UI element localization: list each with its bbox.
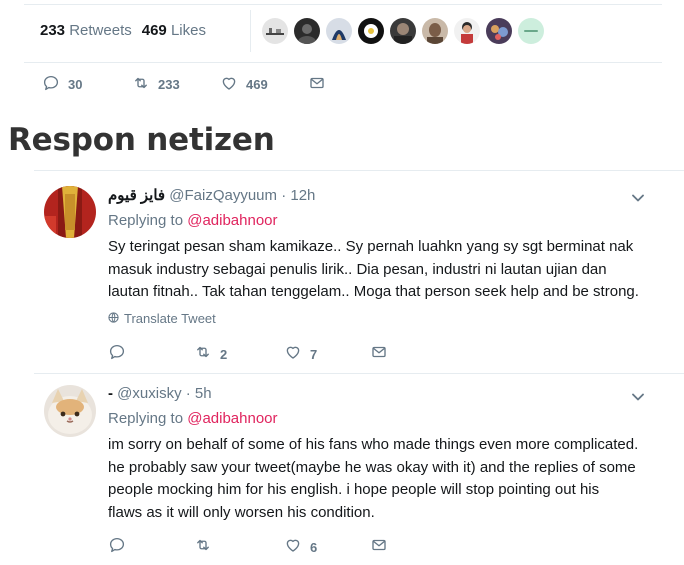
tweet-text-line: Sy teringat pesan sham kamikaze.. Sy per… (108, 238, 634, 255)
heart-icon (220, 74, 238, 95)
timestamp[interactable]: · 12h (281, 187, 315, 204)
reply-icon (108, 536, 126, 559)
liker-avatar-3[interactable] (326, 18, 352, 44)
tweet-text-line: people mocking him for his english. i ho… (108, 481, 600, 498)
tweet-text-line: masuk industry sebagai penulis lirik.. D… (108, 260, 607, 278)
mention-link[interactable]: @adibahnoor (187, 410, 277, 427)
retweet-count: 2 (220, 347, 228, 362)
like-count: 6 (310, 540, 318, 555)
avatar[interactable] (44, 186, 96, 238)
mail-icon (308, 74, 326, 97)
mail-icon (370, 536, 388, 559)
likes-stat[interactable]: 469 Likes (142, 22, 206, 39)
retweet-icon (132, 74, 150, 95)
retweet-action[interactable] (194, 536, 220, 559)
tweet-header: - @xuxisky · 5h (108, 385, 212, 402)
heart-icon (284, 343, 302, 366)
liker-avatar-9[interactable] (518, 18, 544, 44)
tweet-stats: 233 Retweets 469 Likes (40, 22, 206, 39)
globe-icon (108, 311, 119, 326)
tweet-text-line: he probably saw your tweet(maybe he was … (108, 458, 636, 476)
liker-avatar-5[interactable] (390, 18, 416, 44)
like-count: 7 (310, 347, 318, 362)
chevron-down-icon[interactable] (630, 190, 646, 206)
tweet-header: فايز قيوم @FaizQayyuum · 12h (108, 186, 315, 204)
replying-to: Replying to @adibahnoor (108, 410, 278, 427)
tweet-text: im sorry on behalf of some of his fans w… (108, 434, 668, 524)
display-name[interactable]: - (108, 385, 113, 402)
liker-avatar-4[interactable] (358, 18, 384, 44)
top-divider (24, 4, 662, 5)
liker-avatars (262, 18, 544, 44)
tweet-text-line: flaws as it will only worsen his conditi… (108, 503, 375, 521)
retweets-stat[interactable]: 233 Retweets (40, 22, 132, 39)
message-action[interactable] (370, 536, 388, 559)
message-action[interactable] (370, 343, 388, 366)
heart-icon (284, 536, 302, 559)
chevron-down-icon[interactable] (630, 389, 646, 405)
like-action[interactable]: 7 (284, 343, 317, 366)
retweet-count: 233 (158, 77, 180, 92)
replying-to: Replying to @adibahnoor (108, 212, 278, 229)
reply-tweet-2[interactable]: - @xuxisky · 5h Replying to @adibahnoor … (34, 373, 684, 565)
avatar[interactable] (44, 385, 96, 437)
translate-tweet-link[interactable]: Translate Tweet (108, 311, 216, 326)
reply-icon (108, 343, 126, 366)
liker-avatar-6[interactable] (422, 18, 448, 44)
reply-icon (42, 74, 60, 95)
stats-separator (250, 10, 251, 52)
like-action[interactable]: 6 (284, 536, 317, 559)
top-tweet-card: 233 Retweets 469 Likes 30 233 469 (24, 0, 662, 100)
reply-action[interactable] (108, 343, 134, 366)
reply-action[interactable] (108, 536, 134, 559)
display-name[interactable]: فايز قيوم (108, 187, 165, 204)
mention-link[interactable]: @adibahnoor (187, 212, 277, 229)
liker-avatar-8[interactable] (486, 18, 512, 44)
retweet-action[interactable]: 233 (132, 74, 180, 95)
retweet-icon (194, 343, 212, 366)
retweet-icon (194, 536, 212, 559)
mail-icon (370, 343, 388, 366)
tweet-text-line: lautan fitnah.. Tak tahan tenggelam.. Mo… (108, 283, 639, 300)
message-action[interactable] (308, 74, 326, 97)
tweet-text-line: im sorry on behalf of some of his fans w… (108, 436, 639, 453)
section-heading: Respon netizen (8, 122, 275, 158)
retweet-action[interactable]: 2 (194, 343, 227, 366)
liker-avatar-2[interactable] (294, 18, 320, 44)
reply-action[interactable]: 30 (42, 74, 82, 95)
timestamp[interactable]: · 5h (186, 385, 212, 402)
user-handle[interactable]: @xuxisky (117, 385, 181, 402)
stats-divider (24, 62, 662, 63)
user-handle[interactable]: @FaizQayyuum (169, 187, 277, 204)
liker-avatar-1[interactable] (262, 18, 288, 44)
liker-avatar-7[interactable] (454, 18, 480, 44)
like-count: 469 (246, 77, 268, 92)
reply-tweet-1[interactable]: فايز قيوم @FaizQayyuum · 12h Replying to… (34, 170, 684, 370)
tweet-text: Sy teringat pesan sham kamikaze.. Sy per… (108, 236, 668, 304)
like-action[interactable]: 469 (220, 74, 268, 95)
reply-count: 30 (68, 77, 83, 92)
